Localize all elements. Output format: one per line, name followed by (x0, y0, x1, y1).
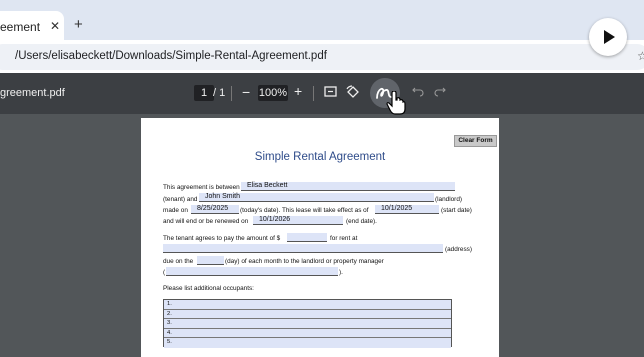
end-date-label: (end date). (346, 218, 377, 225)
occupant-row[interactable]: 4. (164, 328, 451, 338)
rent-suffix-text: for rent at (330, 235, 358, 242)
new-tab-button[interactable]: + (74, 17, 83, 32)
agreement-line-text: This agreement is between (163, 184, 240, 191)
due-day-field[interactable] (197, 256, 224, 265)
occupant-row[interactable]: 1. (164, 300, 451, 310)
start-date-label: (start date) (441, 207, 472, 214)
page-total: / 1 (213, 87, 226, 99)
occupants-label: Please list additional occupants: (163, 285, 254, 292)
start-date-field[interactable]: 10/1/2025 (375, 205, 439, 214)
redo-icon[interactable] (434, 85, 446, 100)
address-label: (address) (445, 246, 472, 253)
pdf-file-name: greement.pdf (0, 87, 65, 99)
pdf-toolbar: greement.pdf 1 / 1 − 100% + (0, 73, 644, 114)
landlord-name-field[interactable]: Elisa Beckett (241, 182, 455, 191)
play-icon (604, 30, 615, 44)
url-text[interactable]: /Users/elisabeckett/Downloads/Simple-Ren… (15, 50, 327, 62)
occupant-row[interactable]: 2. (164, 309, 451, 319)
clear-form-button[interactable]: Clear Form (454, 135, 497, 147)
due-on-text: due on the (163, 258, 194, 265)
tab-close-icon[interactable]: ✕ (50, 19, 60, 33)
occupant-row[interactable]: 5. (164, 338, 451, 348)
effect-text: (today's date). This lease will take eff… (240, 207, 369, 214)
tab-strip: eement ✕ + (0, 0, 644, 40)
zoom-out-button[interactable]: − (242, 84, 250, 100)
rent-amount-field[interactable] (287, 233, 327, 242)
made-on-date-field[interactable]: 8/25/2025 (191, 205, 239, 214)
property-manager-field[interactable] (166, 267, 338, 276)
manager-open-paren: ( (163, 269, 166, 276)
bookmark-star-icon[interactable]: ☆ (637, 49, 644, 63)
address-field[interactable] (163, 244, 443, 253)
landlord-label-text: (landlord) (435, 196, 462, 203)
browser-tab[interactable]: eement ✕ (0, 11, 64, 40)
occupant-row[interactable]: 3. (164, 319, 451, 329)
due-day-suffix-text: (day) of each month to the landlord or p… (225, 258, 384, 265)
end-date-field[interactable]: 10/1/2026 (253, 216, 343, 225)
made-on-text: made on (163, 207, 188, 214)
rent-prefix-text: The tenant agrees to pay the amount of $ (163, 235, 281, 242)
end-date-prefix-text: and will end or be renewed on (163, 218, 249, 225)
page-number-input[interactable]: 1 (194, 85, 214, 101)
pdf-page: Clear Form Simple Rental Agreement This … (141, 118, 499, 357)
toolbar-divider (313, 86, 314, 101)
fit-page-icon[interactable] (324, 85, 337, 101)
undo-icon[interactable] (412, 85, 424, 100)
rotate-icon[interactable] (346, 85, 360, 102)
toolbar-divider (231, 86, 232, 101)
tenant-name-field[interactable]: John Smith (199, 193, 434, 202)
document-title: Simple Rental Agreement (254, 151, 386, 163)
zoom-level-input[interactable]: 100% (258, 85, 288, 101)
tab-title: eement (0, 20, 41, 34)
tenant-prefix-text: (tenant) and (163, 196, 198, 203)
play-button[interactable] (589, 18, 627, 56)
zoom-in-button[interactable]: + (294, 83, 302, 99)
occupants-table: 1. 2. 3. 4. 5. (163, 299, 452, 348)
address-bar-row: /Users/elisabeckett/Downloads/Simple-Ren… (0, 40, 644, 73)
manager-close-paren: ). (339, 269, 343, 276)
hand-cursor-icon (386, 91, 406, 115)
